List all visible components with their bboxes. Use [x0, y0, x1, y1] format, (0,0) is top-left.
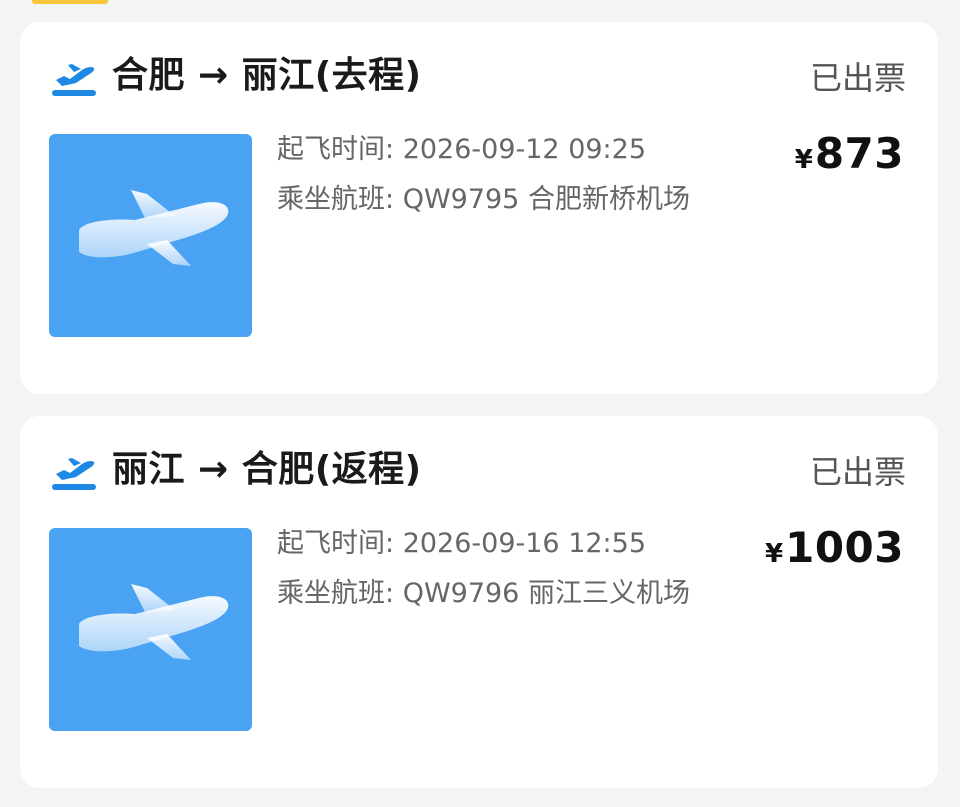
flight-info: 乘坐航班: QW9796 丽江三义机场: [277, 576, 690, 612]
ticket-price: ¥1003: [765, 522, 904, 583]
flight-info-label: 乘坐航班:: [277, 184, 395, 215]
currency-symbol: ¥: [794, 145, 813, 175]
price-amount: 1003: [785, 523, 904, 572]
departure-time-value: 2026-09-16 12:55: [402, 528, 647, 559]
trip-card-outbound[interactable]: 合肥 → 丽江(去程) 已出票 起飞时间: 2026-09-12 09:25 乘…: [20, 22, 938, 394]
ticket-status: 已出票: [809, 59, 906, 97]
route-title: 合肥 → 丽江(去程): [112, 55, 422, 96]
plane-takeoff-icon: [52, 458, 96, 490]
departure-time: 起飞时间: 2026-09-16 12:55: [277, 526, 646, 562]
ticket-price: ¥873: [795, 128, 904, 189]
flight-info-value: QW9796 丽江三义机场: [402, 578, 690, 609]
flight-thumbnail: [49, 528, 252, 731]
price-amount: 873: [814, 129, 904, 178]
departure-time-value: 2026-09-12 09:25: [402, 134, 647, 165]
flight-thumbnail: [49, 134, 252, 337]
route-title: 丽江 → 合肥(返程): [112, 449, 422, 490]
flight-info: 乘坐航班: QW9795 合肥新桥机场: [277, 182, 690, 218]
airplane-icon: [79, 584, 229, 660]
plane-takeoff-icon: [52, 64, 96, 96]
departure-time-label: 起飞时间:: [277, 134, 395, 165]
ticket-status: 已出票: [809, 453, 906, 491]
active-tab-indicator: [32, 0, 108, 4]
flight-info-label: 乘坐航班:: [277, 578, 395, 609]
departure-time: 起飞时间: 2026-09-12 09:25: [277, 132, 646, 168]
airplane-icon: [79, 190, 229, 266]
departure-time-label: 起飞时间:: [277, 528, 395, 559]
flight-info-value: QW9795 合肥新桥机场: [402, 184, 690, 215]
currency-symbol: ¥: [765, 539, 784, 569]
trip-card-return[interactable]: 丽江 → 合肥(返程) 已出票 起飞时间: 2026-09-16 12:55 乘…: [20, 416, 938, 788]
